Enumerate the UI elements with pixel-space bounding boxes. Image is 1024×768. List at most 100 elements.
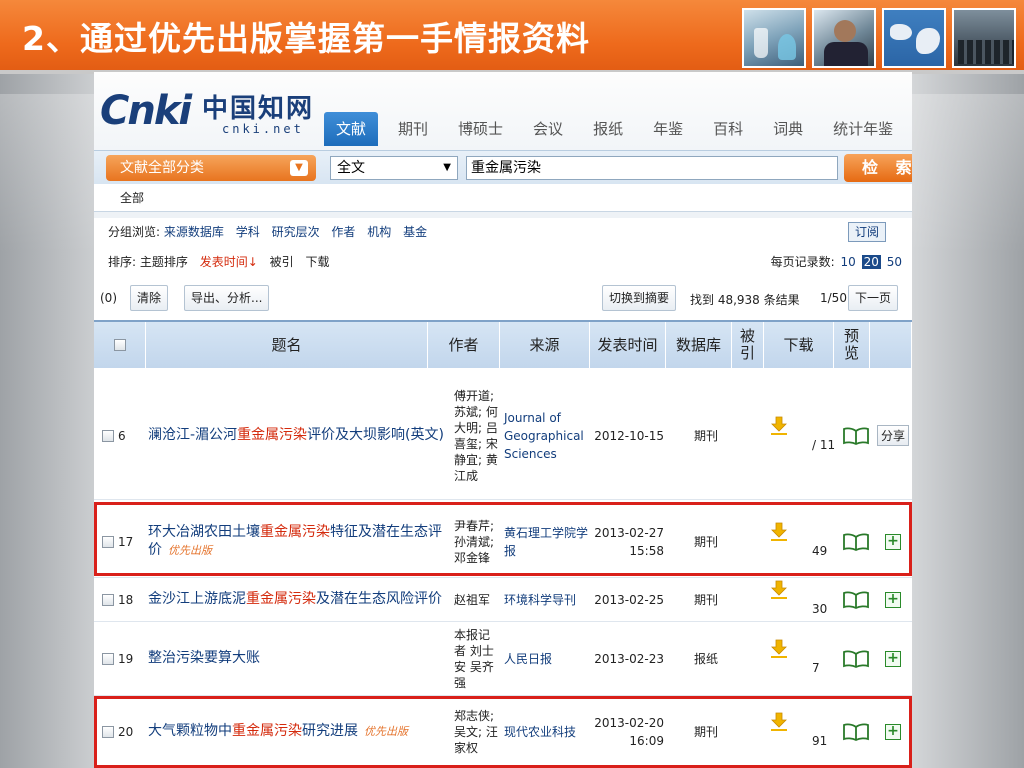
tab-conferences[interactable]: 会议 xyxy=(523,112,573,146)
row-select[interactable]: 17 xyxy=(102,506,144,577)
sort-cited[interactable]: 被引 xyxy=(270,255,294,269)
group-subject[interactable]: 学科 xyxy=(236,225,260,239)
results-table-header: 题名 作者 来源 发表时间 数据库 被 引 下载 预 览 xyxy=(94,320,912,368)
header-author[interactable]: 作者 xyxy=(428,322,500,368)
group-source-db[interactable]: 来源数据库 xyxy=(164,225,224,239)
subscribe-button[interactable]: 订阅 xyxy=(847,222,886,242)
download-icon[interactable] xyxy=(770,580,788,600)
search-field-select[interactable]: 全文 ▼ xyxy=(330,156,458,180)
preview-cell[interactable] xyxy=(838,372,874,499)
download-cell[interactable]: 7 xyxy=(766,622,836,695)
search-button[interactable]: 检 索 xyxy=(844,154,912,182)
result-source[interactable]: 环境科学导刊 xyxy=(504,578,588,621)
download-icon[interactable] xyxy=(770,639,788,659)
row-checkbox[interactable] xyxy=(102,725,114,738)
add-icon[interactable]: + xyxy=(885,650,901,667)
per-page-50[interactable]: 50 xyxy=(887,255,902,269)
preview-cell[interactable] xyxy=(838,578,874,621)
row-checkbox[interactable] xyxy=(102,652,114,665)
export-analyze-button[interactable]: 导出、分析... xyxy=(184,285,270,311)
select-all-checkbox-cell[interactable] xyxy=(94,322,146,368)
open-book-icon[interactable] xyxy=(843,427,869,445)
open-book-icon[interactable] xyxy=(843,650,869,668)
group-institution[interactable]: 机构 xyxy=(367,225,391,239)
result-source[interactable]: 黄石理工学院学报 xyxy=(504,506,588,577)
add-icon[interactable]: + xyxy=(885,591,901,608)
header-cited[interactable]: 被 引 xyxy=(732,322,764,368)
add-icon[interactable]: + xyxy=(885,723,901,740)
download-icon[interactable] xyxy=(770,712,788,732)
tab-dictionary[interactable]: 词典 xyxy=(763,112,813,146)
title-text: 环大冶湖农田土壤 xyxy=(148,524,260,540)
sort-topic[interactable]: 主题排序 xyxy=(140,255,188,269)
row-select[interactable]: 20 xyxy=(102,696,144,767)
result-source[interactable]: Journal of Geographical Sciences xyxy=(504,372,588,499)
download-cell[interactable]: / 11 xyxy=(766,372,836,499)
header-database[interactable]: 数据库 xyxy=(666,322,732,368)
result-authors[interactable]: 傅开道; 苏斌; 何大明; 吕喜玺; 宋静宜; 黄江成 xyxy=(454,372,500,499)
result-title-link[interactable]: 金沙江上游底泥重金属污染及潜在生态风险评价 xyxy=(148,578,448,621)
share-button[interactable]: 分享 xyxy=(876,425,909,446)
group-author[interactable]: 作者 xyxy=(331,225,355,239)
action-cell: 分享 xyxy=(876,372,910,499)
result-source[interactable]: 人民日报 xyxy=(504,622,588,695)
preview-cell[interactable] xyxy=(838,696,874,767)
download-cell[interactable]: 91 xyxy=(766,696,836,767)
download-icon[interactable] xyxy=(770,522,788,542)
search-input[interactable]: 重金属污染 xyxy=(466,156,838,180)
switch-to-abstract-button[interactable]: 切换到摘要 xyxy=(602,285,677,311)
group-research-level[interactable]: 研究层次 xyxy=(272,225,320,239)
add-icon[interactable]: + xyxy=(885,533,901,550)
per-page-20[interactable]: 20 xyxy=(861,255,881,269)
tab-newspapers[interactable]: 报纸 xyxy=(583,112,633,146)
result-authors[interactable]: 本报记者 刘士安 吴齐强 xyxy=(454,622,500,695)
tab-statistical-yearbooks[interactable]: 统计年鉴 xyxy=(823,112,903,146)
open-book-icon[interactable] xyxy=(843,723,869,741)
group-fund[interactable]: 基金 xyxy=(403,225,427,239)
next-page-button[interactable]: 下一页 xyxy=(848,285,899,311)
row-select[interactable]: 19 xyxy=(102,622,144,695)
result-database: 期刊 xyxy=(693,429,718,443)
tab-literature[interactable]: 文献 xyxy=(324,112,379,146)
open-book-icon[interactable] xyxy=(843,533,869,551)
result-authors[interactable]: 郑志侠; 吴文; 汪家权 xyxy=(454,696,500,767)
sort-publish-time[interactable]: 发表时间↓ xyxy=(200,255,258,269)
result-title-link[interactable]: 大气颗粒物中重金属污染研究进展 优先出版 xyxy=(148,696,448,767)
result-title-link[interactable]: 环大冶湖农田土壤重金属污染特征及潜在生态评价 优先出版 xyxy=(148,506,448,577)
sort-row: 排序: 主题排序 发表时间↓ 被引 下载 每页记录数: 10 20 50 xyxy=(94,250,912,274)
header-title[interactable]: 题名 xyxy=(146,322,428,368)
open-book-icon[interactable] xyxy=(843,591,869,609)
download-cell[interactable]: 49 xyxy=(766,506,836,577)
download-cell[interactable]: 30 xyxy=(766,578,836,621)
tab-yearbooks[interactable]: 年鉴 xyxy=(643,112,693,146)
result-date: 2013-02-20 16:09 xyxy=(594,715,664,748)
tab-theses[interactable]: 博硕士 xyxy=(448,112,513,146)
tab-encyclopedia[interactable]: 百科 xyxy=(703,112,753,146)
header-download[interactable]: 下载 xyxy=(764,322,834,368)
header-date[interactable]: 发表时间 xyxy=(590,322,666,368)
preview-cell[interactable] xyxy=(838,506,874,577)
result-title-link[interactable]: 澜沧江-湄公河重金属污染评价及大坝影响(英文) xyxy=(148,372,448,499)
preview-cell[interactable] xyxy=(838,622,874,695)
row-checkbox[interactable] xyxy=(102,593,114,606)
select-all-checkbox[interactable] xyxy=(113,339,126,351)
cnki-logo-mark[interactable]: Cnki xyxy=(100,88,192,134)
row-select[interactable]: 18 xyxy=(102,578,144,621)
clear-button[interactable]: 清除 xyxy=(130,285,169,311)
sort-downloads[interactable]: 下载 xyxy=(305,255,329,269)
row-checkbox[interactable] xyxy=(102,535,114,548)
header-source[interactable]: 来源 xyxy=(500,322,590,368)
scope-all[interactable]: 全部 xyxy=(94,184,912,212)
result-authors[interactable]: 赵祖军 xyxy=(454,578,500,621)
category-dropdown[interactable]: 文献全部分类 ▼ xyxy=(106,155,316,181)
row-select[interactable]: 6 xyxy=(102,372,144,499)
download-icon[interactable] xyxy=(770,416,788,436)
per-page-10[interactable]: 10 xyxy=(841,255,856,269)
row-checkbox[interactable] xyxy=(102,429,114,442)
result-title-link[interactable]: 整治污染要算大账 xyxy=(148,622,448,695)
tab-journals[interactable]: 期刊 xyxy=(388,112,438,146)
title-text: 整治污染要算大账 xyxy=(148,650,260,666)
researcher-image xyxy=(812,8,876,68)
result-authors[interactable]: 尹春芹; 孙清斌; 邓金锋 xyxy=(454,506,500,577)
result-source[interactable]: 现代农业科技 xyxy=(504,696,588,767)
